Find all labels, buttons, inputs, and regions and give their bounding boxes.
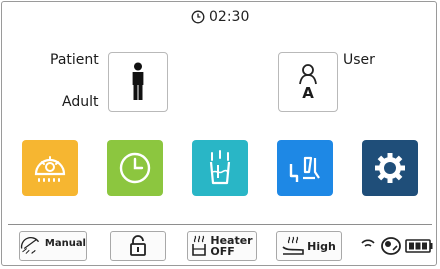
lamp-icon [20,237,40,254]
cup-filler-icon [209,150,231,185]
heated-seat-icon [282,236,304,255]
heater-button[interactable]: Heater OFF [187,231,257,261]
status-divider [8,224,432,225]
lamp-mode-button[interactable]: Manual [19,231,87,261]
patient-label: Patient [50,52,99,68]
foot-control-icon [381,237,401,255]
lamp-icon [34,156,66,182]
lamp-mode-label: Manual [44,237,86,249]
screen-frame [1,1,437,266]
settings-tile[interactable] [362,140,418,196]
heater-icon [192,235,207,256]
gear-icon [375,153,405,183]
cup-filler-tile[interactable] [192,140,248,196]
lock-button[interactable] [110,231,166,261]
user-icon [299,64,317,85]
level-button[interactable]: High [276,231,342,261]
clock-icon [191,10,205,24]
patient-button[interactable] [108,52,168,112]
level-label: High [307,239,336,253]
person-icon [131,62,145,100]
chair-icon [289,156,320,182]
heater-text: Heater OFF [210,235,252,257]
timer-display: 02:30 [191,7,249,27]
timer-value: 02:30 [209,9,250,25]
unlock-icon [130,235,146,256]
timer-tile[interactable] [107,140,163,196]
user-label: User [343,52,375,68]
heater-state: OFF [210,245,235,258]
connection-status [359,232,435,260]
wireless-icon [361,239,375,247]
clock-icon [119,152,151,184]
battery-icon [405,239,433,253]
user-letter: A [302,84,314,102]
lamp-tile[interactable] [22,140,78,196]
chair-position-tile[interactable] [277,140,333,196]
user-button[interactable]: A [278,52,338,112]
patient-type-label: Adult [62,94,99,110]
